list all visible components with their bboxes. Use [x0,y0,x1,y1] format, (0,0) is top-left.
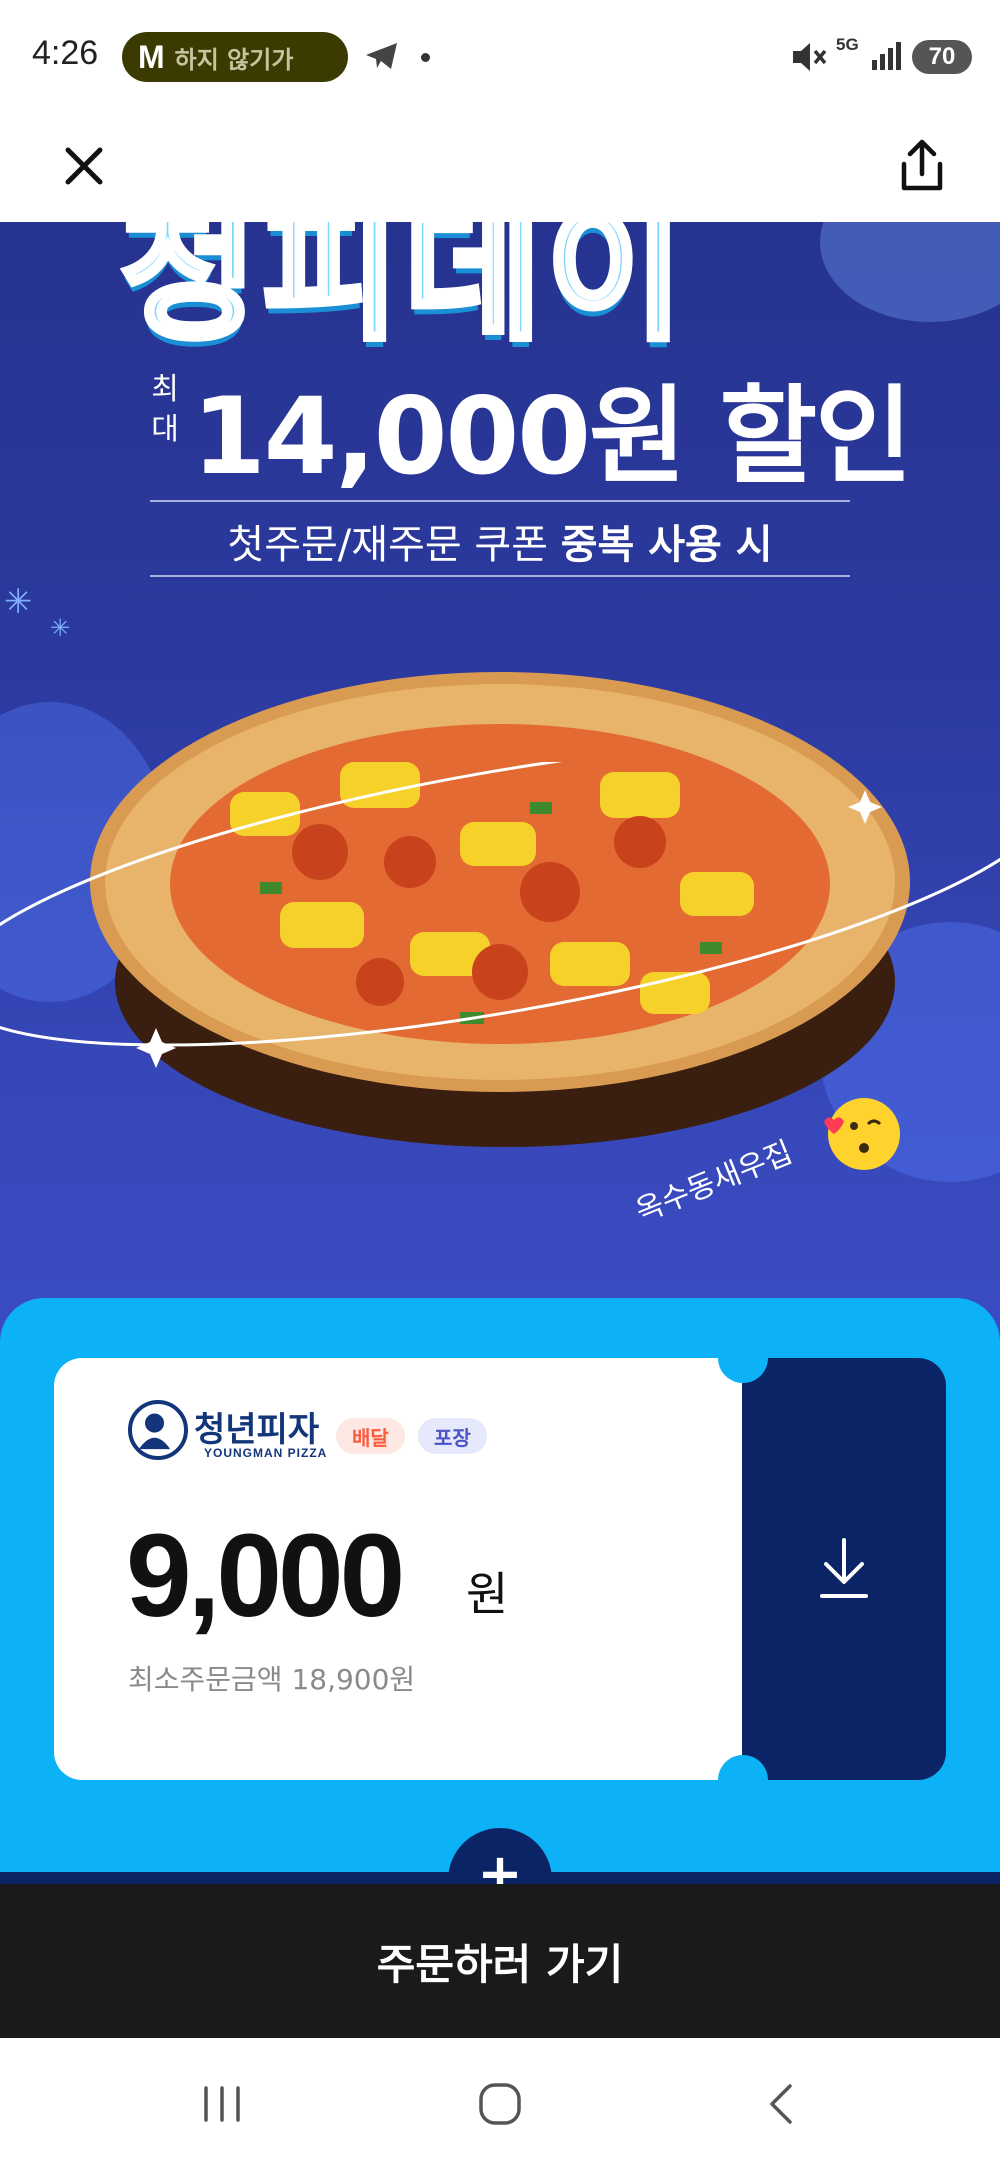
coupon-card: 청년피자 YOUNGMAN PIZZA 배달 포장 9,000 원 최소주문금액… [54,1358,744,1780]
more-notifications-dot-icon [421,53,430,62]
signal-icon [872,42,901,70]
network-type-label: 5G [836,35,859,54]
status-bar: 4:26 M 하지 않기가 5G 70 [0,0,1000,112]
order-button[interactable]: 주문하러 가기 [0,1884,1000,2038]
order-button-label: 주문하러 가기 [376,1939,624,1989]
banner-title: 청피데이 [117,222,689,364]
system-navigation-bar [0,2038,1000,2167]
coupon-amount: 9,000 [126,1510,405,1642]
close-icon [65,147,103,185]
status-time: 4:26 [32,34,99,72]
mute-icon [793,43,827,71]
sparkle-icon: ✳ [50,614,71,642]
discount-prefix: 최대 [151,372,179,447]
coupon-note: 첫주문/재주문 쿠폰 중복 사용 시 [150,512,850,570]
coupon-download-button[interactable] [742,1358,946,1780]
promo-banner: 청피데이 최대 14,000원 할인 첫주문/재주문 쿠폰 중복 사용 시 ✳ … [0,222,1000,1362]
discount-amount: 14,000원 할인 [192,375,913,498]
divider-bottom [150,575,850,577]
coupon-amount-unit: 원 [466,1567,509,1621]
brand-name: 청년피자 [194,1410,320,1450]
sparkle-icon: ✳ [4,582,33,622]
share-icon [901,139,943,191]
home-button[interactable] [470,2074,530,2134]
notification-text: 하지 않기가 [174,45,294,74]
back-icon [770,2084,792,2124]
coupon-section: 청년피자 YOUNGMAN PIZZA 배달 포장 9,000 원 최소주문금액… [0,1298,1000,1932]
brand-logo-icon [128,1400,188,1460]
download-icon [820,1538,868,1598]
kiss-emoji-icon [824,1098,900,1170]
share-button[interactable] [890,132,954,200]
orbit-ring-decoration [0,762,1000,1068]
recent-apps-button[interactable] [192,2074,252,2134]
notification-pill[interactable]: M 하지 않기가 [122,32,348,82]
coupon-notch [718,1333,768,1383]
telegram-icon [366,43,397,69]
recent-apps-icon [204,2086,240,2122]
coupon-note-bold: 중복 사용 시 [560,522,773,568]
home-icon [479,2083,521,2125]
banner-glow-decoration [820,222,1000,322]
coupon-note-regular: 첫주문/재주문 쿠폰 [227,522,561,568]
battery-indicator: 70 [912,40,972,74]
brand-sub: YOUNGMAN PIZZA [204,1446,328,1460]
divider-top [150,500,850,502]
tag-delivery: 배달 [336,1418,405,1454]
back-button[interactable] [752,2074,812,2134]
tag-pickup: 포장 [418,1418,487,1454]
minimum-order-amount: 최소주문금액 18,900원 [128,1663,416,1696]
gmail-m-icon: M [138,38,165,75]
coupon-notch [718,1755,768,1805]
close-button[interactable] [52,134,116,198]
top-nav [0,112,1000,222]
